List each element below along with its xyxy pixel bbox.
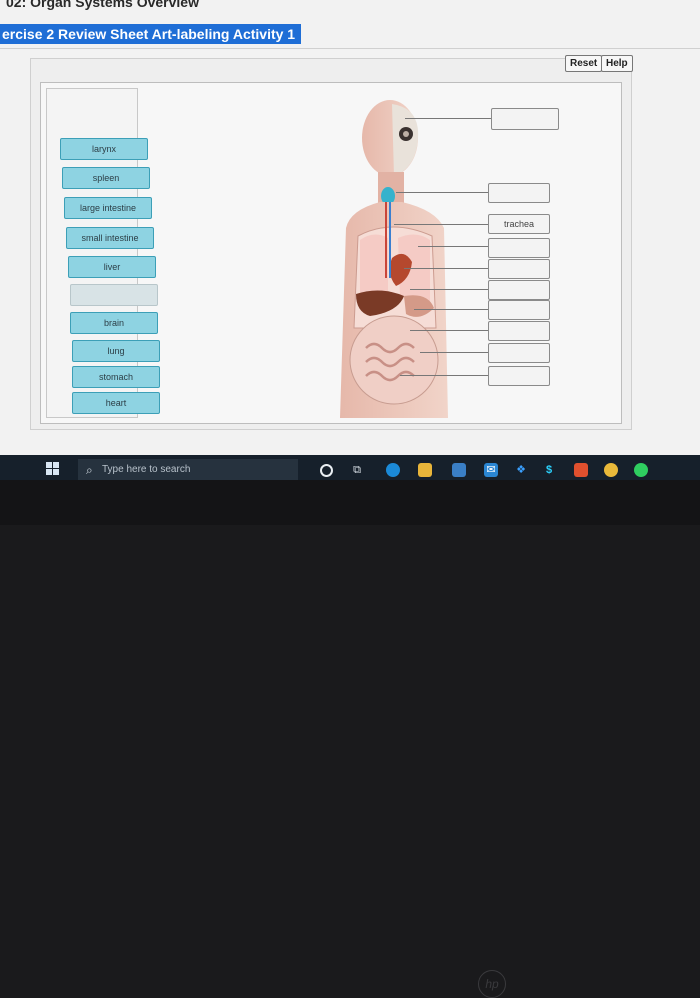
edge-icon[interactable]	[386, 463, 400, 477]
spotify-icon[interactable]	[634, 463, 648, 477]
title-divider	[0, 48, 700, 49]
drop-target-7[interactable]	[488, 300, 550, 320]
search-icon: ⌕	[86, 463, 93, 477]
leader-line	[400, 375, 488, 376]
drop-target-2[interactable]	[488, 183, 550, 203]
label-larynx[interactable]: larynx	[60, 138, 148, 160]
file-explorer-icon[interactable]	[418, 463, 432, 477]
laptop-bezel: hp	[0, 480, 700, 998]
drop-target-3[interactable]: trachea	[488, 214, 550, 234]
activity-title: ercise 2 Review Sheet Art-labeling Activ…	[0, 24, 302, 44]
drop-target-10[interactable]	[488, 366, 550, 386]
chrome-icon[interactable]	[604, 463, 618, 477]
windows-logo-icon[interactable]	[46, 462, 60, 476]
label-large-intestine[interactable]: large intestine	[64, 197, 152, 219]
drop-target-4[interactable]	[488, 238, 550, 258]
course-title: 02: Organ Systems Overview	[6, 0, 199, 10]
taskbar-search-box[interactable]: ⌕ Type here to search	[78, 459, 298, 481]
dollar-icon[interactable]: $	[542, 463, 556, 477]
leader-line	[405, 118, 491, 119]
label-slot-empty[interactable]	[70, 284, 158, 306]
drop-target-5[interactable]	[488, 259, 550, 279]
label-spleen[interactable]: spleen	[62, 167, 150, 189]
leader-line	[410, 330, 488, 331]
leader-line	[410, 289, 488, 290]
dropbox-icon[interactable]: ❖	[514, 463, 528, 477]
label-liver[interactable]: liver	[68, 256, 156, 278]
cortana-icon[interactable]	[320, 464, 333, 477]
mail-icon[interactable]: ✉	[484, 463, 498, 477]
drop-target-8[interactable]	[488, 321, 550, 341]
reset-button[interactable]: Reset	[565, 55, 603, 72]
leader-line	[414, 309, 488, 310]
label-brain[interactable]: brain	[70, 312, 158, 334]
leader-line	[420, 352, 488, 353]
store-icon[interactable]	[452, 463, 466, 477]
drop-target-6[interactable]	[488, 280, 550, 300]
drop-target-9[interactable]	[488, 343, 550, 363]
browser-screen: 02: Organ Systems Overview ercise 2 Revi…	[0, 0, 700, 460]
office-icon[interactable]	[574, 463, 588, 477]
drop-target-1[interactable]	[491, 108, 559, 130]
leader-line	[404, 268, 488, 269]
leader-line	[394, 224, 488, 225]
help-button[interactable]: Help	[601, 55, 633, 72]
search-placeholder: Type here to search	[102, 464, 191, 475]
leader-line	[396, 192, 488, 193]
label-small-intestine[interactable]: small intestine	[66, 227, 154, 249]
task-view-icon[interactable]: ⧉	[350, 463, 364, 477]
label-lung[interactable]: lung	[72, 340, 160, 362]
label-stomach[interactable]: stomach	[72, 366, 160, 388]
label-heart[interactable]: heart	[72, 392, 160, 414]
torso-anatomy-image	[340, 100, 448, 418]
hp-logo-icon: hp	[478, 970, 506, 998]
leader-line	[418, 246, 488, 247]
